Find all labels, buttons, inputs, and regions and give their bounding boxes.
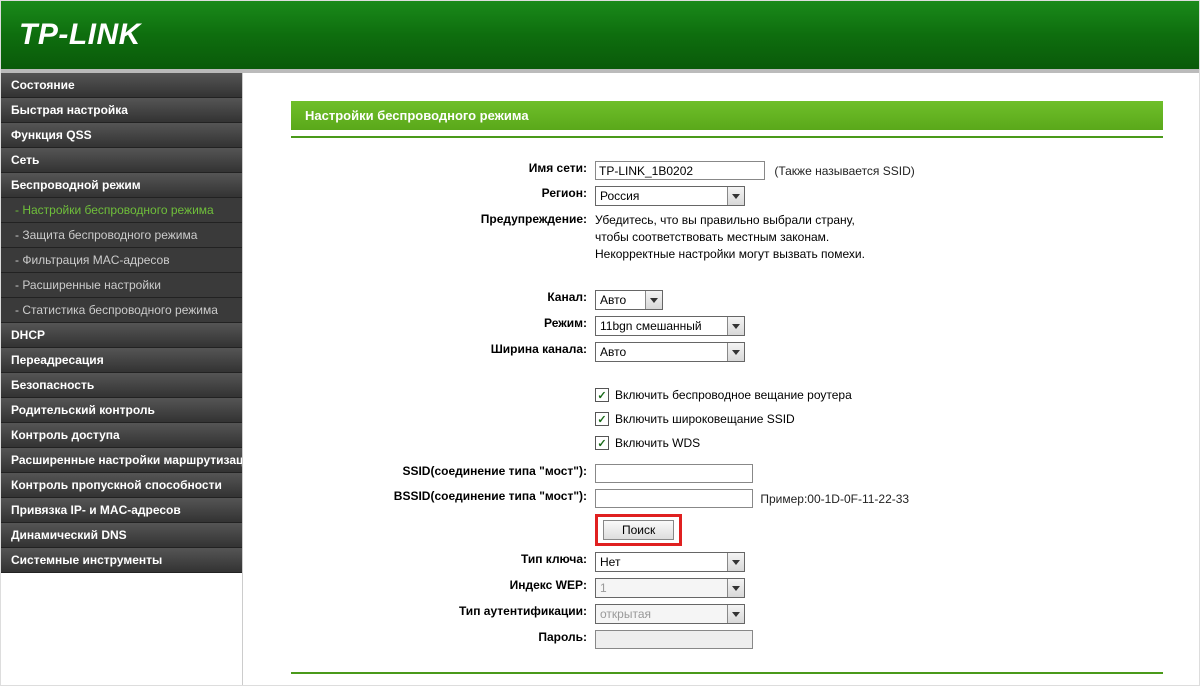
- mode-label: Режим:: [291, 313, 591, 339]
- auth-select: открытая: [595, 604, 745, 624]
- main-container: СостояниеБыстрая настройкаФункция QSSСет…: [1, 73, 1199, 685]
- page-title: Настройки беспроводного режима: [291, 101, 1163, 130]
- sidebar-item-10[interactable]: DHCP: [1, 323, 242, 348]
- search-button[interactable]: Поиск: [603, 520, 674, 540]
- sidebar-item-19[interactable]: Системные инструменты: [1, 548, 242, 573]
- ssid-hint: (Также называется SSID): [774, 164, 914, 178]
- chevron-down-icon: [727, 343, 744, 361]
- sidebar-item-13[interactable]: Родительский контроль: [1, 398, 242, 423]
- ssid-label: Имя сети:: [291, 158, 591, 183]
- app-header: TP-LINK: [1, 1, 1199, 69]
- bridge-ssid-input[interactable]: [595, 464, 753, 483]
- sidebar-item-16[interactable]: Контроль пропускной способности: [1, 473, 242, 498]
- chwidth-label: Ширина канала:: [291, 339, 591, 365]
- brand-logo: TP-LINK: [19, 18, 141, 52]
- region-select[interactable]: Россия: [595, 186, 745, 206]
- sidebar-item-9[interactable]: - Статистика беспроводного режима: [1, 298, 242, 323]
- password-label: Пароль:: [291, 627, 591, 652]
- sidebar-item-0[interactable]: Состояние: [1, 73, 242, 98]
- bottom-underline: [291, 672, 1163, 674]
- bssid-hint: Пример:00-1D-0F-11-22-33: [760, 492, 909, 506]
- bridge-bssid-input[interactable]: [595, 489, 753, 508]
- bridge-bssid-label: BSSID(соединение типа "мост"):: [291, 486, 591, 511]
- sidebar-item-8[interactable]: - Расширенные настройки: [1, 273, 242, 298]
- search-highlight-box: Поиск: [595, 514, 682, 546]
- sidebar-nav[interactable]: СостояниеБыстрая настройкаФункция QSSСет…: [1, 73, 243, 685]
- chevron-down-icon: [727, 553, 744, 571]
- checkbox-icon: [595, 412, 609, 426]
- channel-label: Канал:: [291, 287, 591, 313]
- chevron-down-icon: [645, 291, 662, 309]
- checkbox-icon: [595, 388, 609, 402]
- sidebar-item-7[interactable]: - Фильтрация MAC-адресов: [1, 248, 242, 273]
- channel-select[interactable]: Авто: [595, 290, 663, 310]
- chevron-down-icon: [727, 187, 744, 205]
- auth-label: Тип аутентификации:: [291, 601, 591, 627]
- sidebar-item-6[interactable]: - Защита беспроводного режима: [1, 223, 242, 248]
- sidebar-item-17[interactable]: Привязка IP- и MAC-адресов: [1, 498, 242, 523]
- chevron-down-icon: [727, 579, 744, 597]
- enable-ssid-broadcast-checkbox[interactable]: Включить широковещание SSID: [595, 410, 1159, 428]
- chevron-down-icon: [727, 605, 744, 623]
- warning-text: Убедитесь, что вы правильно выбрали стра…: [591, 209, 1163, 265]
- sidebar-item-3[interactable]: Сеть: [1, 148, 242, 173]
- content-area: Настройки беспроводного режима Имя сети:…: [243, 73, 1199, 685]
- title-underline: [291, 136, 1163, 138]
- mode-select[interactable]: 11bgn смешанный: [595, 316, 745, 336]
- sidebar-item-4[interactable]: Беспроводной режим: [1, 173, 242, 198]
- sidebar-item-2[interactable]: Функция QSS: [1, 123, 242, 148]
- sidebar-item-11[interactable]: Переадресация: [1, 348, 242, 373]
- sidebar-item-12[interactable]: Безопасность: [1, 373, 242, 398]
- sidebar-item-18[interactable]: Динамический DNS: [1, 523, 242, 548]
- password-input: [595, 630, 753, 649]
- chevron-down-icon: [727, 317, 744, 335]
- keytype-label: Тип ключа:: [291, 549, 591, 575]
- keytype-select[interactable]: Нет: [595, 552, 745, 572]
- enable-wds-checkbox[interactable]: Включить WDS: [595, 434, 1159, 452]
- warning-label: Предупреждение:: [291, 209, 591, 265]
- ssid-input[interactable]: [595, 161, 765, 180]
- sidebar-item-14[interactable]: Контроль доступа: [1, 423, 242, 448]
- sidebar-item-1[interactable]: Быстрая настройка: [1, 98, 242, 123]
- region-label: Регион:: [291, 183, 591, 209]
- sidebar-item-15[interactable]: Расширенные настройки маршрутизации: [1, 448, 242, 473]
- checkbox-icon: [595, 436, 609, 450]
- settings-form: Имя сети: (Также называется SSID) Регион…: [291, 158, 1163, 652]
- wepidx-label: Индекс WEP:: [291, 575, 591, 601]
- chwidth-select[interactable]: Авто: [595, 342, 745, 362]
- sidebar-item-5[interactable]: - Настройки беспроводного режима: [1, 198, 242, 223]
- wepidx-select: 1: [595, 578, 745, 598]
- enable-wireless-checkbox[interactable]: Включить беспроводное вещание роутера: [595, 386, 1159, 404]
- bridge-ssid-label: SSID(соединение типа "мост"):: [291, 461, 591, 486]
